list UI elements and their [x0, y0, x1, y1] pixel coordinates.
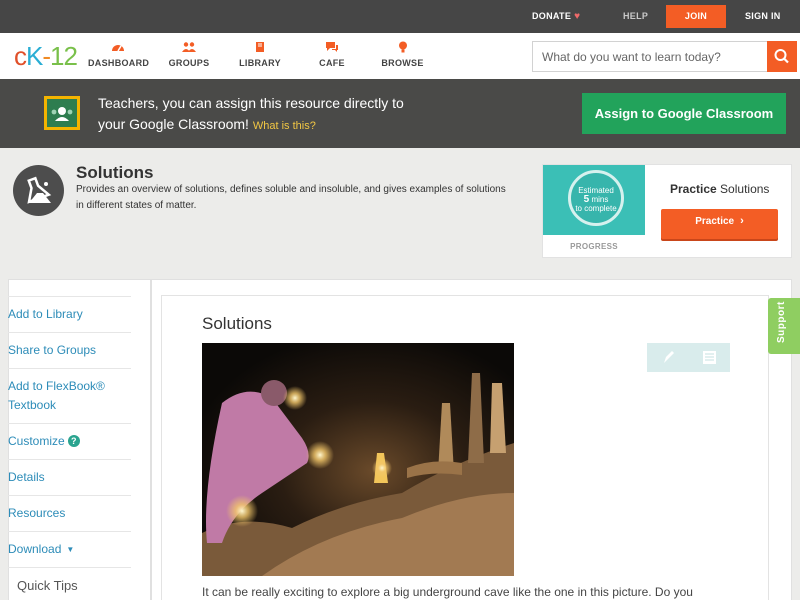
add-to-flexbook-link[interactable]: Add to FlexBook® Textbook	[8, 368, 131, 415]
practice-card: Estimated 5 mins to complete PROGRESS Pr…	[542, 164, 792, 258]
nav-browse[interactable]: BROWSE	[380, 41, 425, 68]
customize-link[interactable]: Customize?	[8, 423, 131, 451]
sidebar-label: Add to FlexBook® Textbook	[8, 379, 105, 412]
estimated-time-badge: Estimated 5 mins to complete	[568, 170, 624, 226]
quick-tips-heading[interactable]: Quick Tips	[17, 578, 78, 593]
pencil-icon	[664, 351, 674, 363]
dashboard-icon	[112, 45, 124, 52]
assign-google-classroom-button[interactable]: Assign to Google Classroom	[582, 93, 786, 134]
notes-button[interactable]	[689, 343, 730, 372]
donate-link[interactable]: DONATE ♥	[532, 0, 580, 33]
nav-cafe-label: CAFE	[319, 58, 345, 68]
logo-c: c	[14, 41, 27, 71]
logo-12: 12	[50, 41, 78, 71]
library-icon	[256, 42, 264, 52]
logo-k: K	[26, 41, 43, 71]
nav-dashboard[interactable]: DASHBOARD	[88, 41, 150, 68]
add-to-library-link[interactable]: Add to Library	[8, 296, 131, 324]
chevron-right-icon: ›	[740, 215, 744, 227]
practice-button-label: Practice	[695, 216, 735, 227]
practice-button[interactable]: Practice ›	[661, 209, 778, 239]
cafe-icon	[326, 42, 338, 52]
nav-dashboard-label: DASHBOARD	[88, 58, 150, 68]
details-link[interactable]: Details	[8, 459, 131, 487]
download-link[interactable]: Download ▼	[8, 531, 131, 559]
banner-text-1: Teachers, you can assign this resource d…	[98, 95, 404, 111]
share-to-groups-link[interactable]: Share to Groups	[8, 332, 131, 360]
search-icon	[774, 49, 789, 64]
content-title: Solutions	[202, 314, 272, 333]
nav-library[interactable]: LIBRARY	[238, 41, 282, 68]
practice-title-bold: Practice	[670, 182, 717, 196]
what-is-this-link[interactable]: What is this?	[253, 120, 316, 132]
sign-in-link[interactable]: SIGN IN	[745, 0, 781, 33]
help-link[interactable]: HELP	[623, 0, 648, 33]
resources-link[interactable]: Resources	[8, 495, 131, 523]
nav-groups-label: GROUPS	[168, 58, 210, 68]
banner-message: Teachers, you can assign this resource d…	[98, 93, 498, 137]
sidebar-label: Details	[8, 470, 45, 484]
estimated-unit: mins	[591, 195, 609, 204]
cave-explorer-image	[202, 343, 514, 576]
sidebar-label: Add to Library	[8, 307, 83, 321]
notes-icon	[703, 351, 716, 364]
main-nav: cK-12 DASHBOARD GROUPS LIBRARY CAFE BROW…	[0, 33, 800, 79]
sidebar-label: Download	[8, 542, 62, 556]
donate-label: DONATE	[532, 11, 572, 21]
logo-dash: -	[42, 41, 51, 71]
nav-groups[interactable]: GROUPS	[166, 41, 212, 68]
heart-icon: ♥	[574, 11, 581, 22]
nav-library-label: LIBRARY	[239, 58, 281, 68]
content-paragraph: It can be really exciting to explore a b…	[202, 585, 693, 599]
concept-title: Solutions	[76, 163, 154, 182]
sidebar-label: Customize	[8, 434, 65, 448]
groups-icon	[182, 42, 196, 52]
concept-description: Provides an overview of solutions, defin…	[76, 184, 506, 211]
progress-label: PROGRESS	[570, 242, 618, 251]
nav-browse-label: BROWSE	[381, 58, 424, 68]
caret-down-icon: ▼	[66, 545, 75, 554]
search-input[interactable]	[533, 42, 769, 71]
flask-icon	[27, 176, 52, 204]
sidebar-divider	[8, 567, 131, 568]
search-box	[532, 41, 797, 72]
support-label: Support	[776, 301, 787, 343]
google-classroom-icon	[44, 96, 80, 130]
progress-widget: Estimated 5 mins to complete	[543, 165, 645, 235]
join-button[interactable]: JOIN	[666, 5, 726, 28]
top-bar: DONATE ♥ HELP JOIN SIGN IN	[0, 0, 800, 33]
sidebar-label: Resources	[8, 506, 66, 520]
annotate-button[interactable]	[647, 343, 688, 372]
concept-icon	[13, 165, 64, 216]
support-tab[interactable]: Support	[768, 298, 800, 354]
banner-text-2: your Google Classroom!	[98, 116, 249, 132]
estimated-suffix: to complete	[575, 204, 617, 213]
ck12-logo[interactable]: cK-12	[14, 41, 78, 71]
help-icon[interactable]: ?	[67, 435, 80, 447]
sidebar-label: Share to Groups	[8, 343, 97, 357]
browse-icon	[398, 41, 407, 53]
search-button[interactable]	[767, 41, 797, 72]
content-tools	[647, 343, 730, 372]
practice-title-rest: Solutions	[720, 182, 770, 196]
nav-cafe[interactable]: CAFE	[315, 41, 349, 68]
practice-title: Practice Solutions	[670, 182, 769, 196]
